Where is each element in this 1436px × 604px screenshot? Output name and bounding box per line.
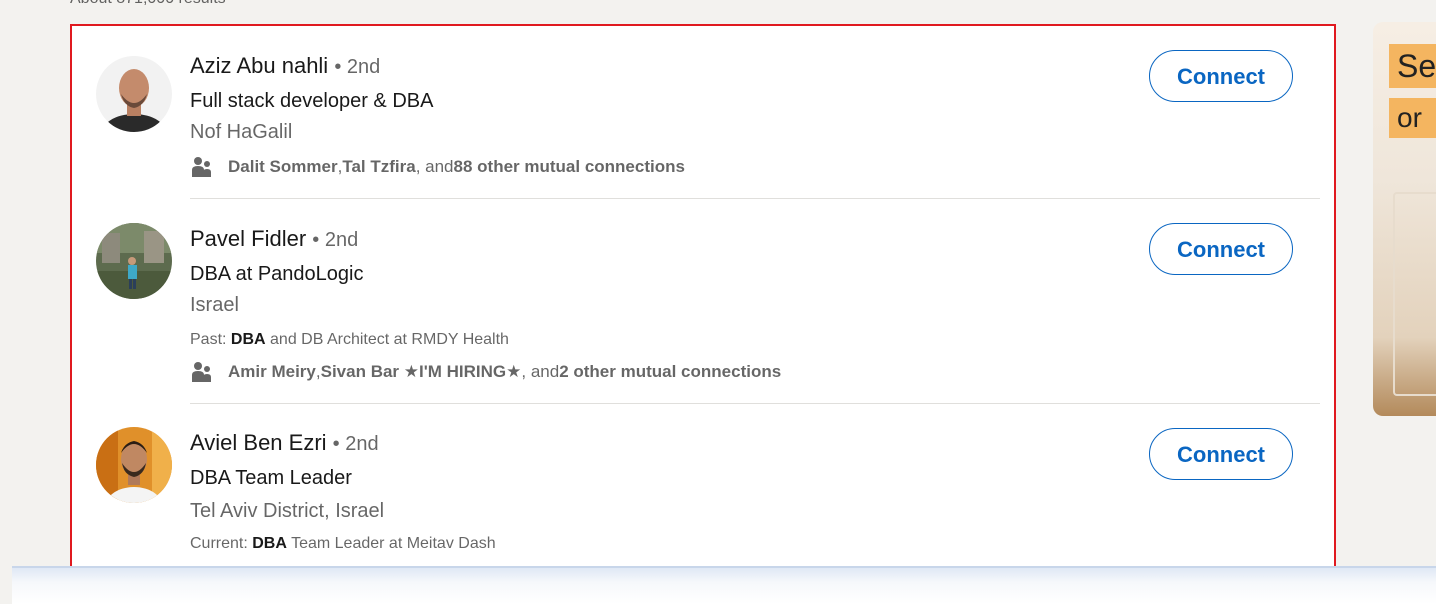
- mutual-others-link[interactable]: 88 other mutual connections: [454, 157, 685, 177]
- member-name[interactable]: Pavel Fidler: [190, 226, 306, 251]
- connect-button[interactable]: Connect: [1149, 50, 1293, 102]
- mutual-separator: , and: [521, 362, 560, 381]
- mutual-connection-name[interactable]: Tal Tzfira: [342, 157, 415, 177]
- member-summary: Current: DBA Team Leader at Meitav Dash: [190, 535, 496, 553]
- member-location: Nof HaGalil: [190, 121, 293, 143]
- mutual-separator: , and: [415, 157, 454, 176]
- mutual-connection-name[interactable]: Amir Meiry: [228, 362, 316, 382]
- connect-button[interactable]: Connect: [1149, 428, 1293, 480]
- member-summary: Past: DBA and DB Architect at RMDY Healt…: [190, 331, 509, 349]
- member-location: Tel Aviv District, Israel: [190, 500, 385, 522]
- ad-image-detail: [1393, 192, 1436, 396]
- divider: [190, 403, 1320, 404]
- avatar[interactable]: [96, 427, 172, 503]
- side-advertisement[interactable]: Se or: [1373, 22, 1436, 416]
- member-location: Israel: [190, 294, 239, 316]
- summary-highlight: DBA: [230, 331, 266, 348]
- summary-prefix: Current:: [190, 535, 253, 552]
- member-name-line[interactable]: Aviel Ben Ezri • 2nd: [190, 430, 379, 456]
- summary-text: Team Leader at Meitav Dash: [286, 535, 496, 552]
- mutual-connections[interactable]: Dalit Sommer, Tal Tzfira, and 88 other m…: [190, 155, 685, 179]
- summary-highlight: DBA: [252, 535, 287, 552]
- connection-degree: • 2nd: [334, 56, 381, 78]
- summary-text: and DB Architect at RMDY Health: [265, 331, 509, 348]
- people-icon: [190, 155, 214, 179]
- member-name[interactable]: Aviel Ben Ezri: [190, 430, 327, 455]
- mutual-connections[interactable]: Amir Meiry, Sivan Bar ★I'M HIRING★, and …: [190, 360, 781, 384]
- mutual-connection-name[interactable]: Sivan Bar ★I'M HIRING★: [321, 362, 522, 382]
- avatar[interactable]: [96, 56, 172, 132]
- summary-prefix: Past:: [190, 331, 231, 348]
- member-name-line[interactable]: Pavel Fidler • 2nd: [190, 226, 358, 252]
- connection-degree: • 2nd: [312, 229, 359, 251]
- ad-text: Se: [1389, 44, 1436, 88]
- avatar[interactable]: [96, 223, 172, 299]
- member-headline: DBA at PandoLogic: [190, 263, 364, 285]
- connect-button[interactable]: Connect: [1149, 223, 1293, 275]
- mutual-others-link[interactable]: 2 other mutual connections: [559, 362, 781, 382]
- member-headline: Full stack developer & DBA: [190, 90, 434, 112]
- bottom-bar: [12, 566, 1436, 604]
- member-name-line[interactable]: Aziz Abu nahli • 2nd: [190, 53, 380, 79]
- mutual-connection-name[interactable]: Dalit Sommer: [228, 157, 338, 177]
- member-headline: DBA Team Leader: [190, 467, 352, 489]
- search-results-list: Aziz Abu nahli • 2nd Full stack develope…: [70, 24, 1336, 577]
- member-name[interactable]: Aziz Abu nahli: [190, 53, 328, 78]
- ad-text: or: [1389, 98, 1436, 138]
- results-count: About 871,000 results: [70, 0, 226, 8]
- connection-degree: • 2nd: [332, 433, 379, 455]
- people-icon: [190, 360, 214, 384]
- divider: [190, 198, 1320, 199]
